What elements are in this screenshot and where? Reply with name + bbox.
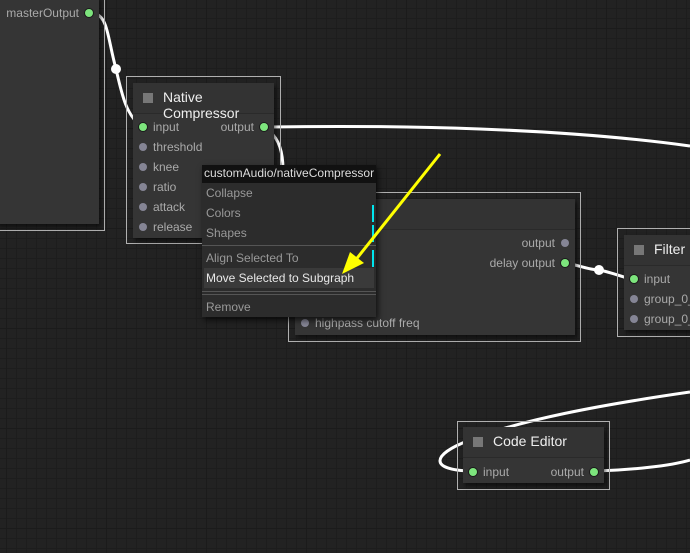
input-slot[interactable]: input xyxy=(624,269,690,289)
input-slot[interactable]: ratio xyxy=(133,177,213,197)
slot-connector-icon[interactable] xyxy=(561,259,569,267)
input-slot[interactable]: threshold xyxy=(133,137,213,157)
slot-label: input xyxy=(644,272,671,286)
menu-item-label: Colors xyxy=(206,206,241,220)
submenu-indicator-icon xyxy=(372,250,374,267)
menu-item-label: Shapes xyxy=(206,226,247,240)
input-slot[interactable]: knee xyxy=(133,157,213,177)
slot-connector-icon[interactable] xyxy=(139,143,147,151)
slot-label: attack xyxy=(153,200,186,214)
output-slot[interactable]: output xyxy=(534,462,604,482)
slot-label: group_0_ xyxy=(644,292,690,306)
menu-item-label: Align Selected To xyxy=(206,251,299,265)
slot-connector-icon[interactable] xyxy=(630,295,638,303)
context-menu-title: customAudio/nativeCompressor xyxy=(202,165,376,183)
slot-label: input xyxy=(483,465,510,479)
node-title-bar[interactable]: Code Editor xyxy=(463,427,604,458)
node-title-bar[interactable]: Filter xyxy=(624,235,690,266)
submenu-indicator-icon xyxy=(372,225,374,242)
output-slot[interactable]: delay output xyxy=(455,253,575,273)
menu-separator xyxy=(202,291,376,292)
menu-item-label: Collapse xyxy=(206,186,253,200)
node-filter[interactable]: Filter input group_0_ group_0_ xyxy=(624,235,690,330)
slot-connector-icon[interactable] xyxy=(139,203,147,211)
menu-separator xyxy=(202,294,376,295)
slot-connector-icon[interactable] xyxy=(139,183,147,191)
node-master-output[interactable]: masterOutput xyxy=(0,0,99,224)
slot-label: output xyxy=(550,465,584,479)
slot-label: release xyxy=(153,220,193,234)
link-code-editor-output xyxy=(596,458,690,473)
slot-connector-icon[interactable] xyxy=(469,468,477,476)
input-slot[interactable]: attack xyxy=(133,197,213,217)
slot-connector-icon[interactable] xyxy=(630,315,638,323)
menu-separator xyxy=(202,245,376,246)
output-slot[interactable]: output xyxy=(204,117,274,137)
input-slot[interactable]: input xyxy=(463,462,533,482)
collapse-box-icon[interactable] xyxy=(634,245,644,255)
collapse-box-icon[interactable] xyxy=(473,437,483,447)
slot-label: threshold xyxy=(153,140,203,154)
slot-label: knee xyxy=(153,160,180,174)
slot-connector-icon[interactable] xyxy=(630,275,638,283)
slot-connector-icon[interactable] xyxy=(139,223,147,231)
context-menu: customAudio/nativeCompressor Collapse Co… xyxy=(202,165,376,317)
menu-item-shapes[interactable]: Shapes xyxy=(202,223,376,243)
slot-connector-icon[interactable] xyxy=(561,239,569,247)
submenu-indicator-icon xyxy=(372,205,374,222)
node-code-editor[interactable]: Code Editor input output xyxy=(463,427,604,483)
node-title: Code Editor xyxy=(493,433,567,449)
input-slot[interactable]: group_0_ xyxy=(624,289,690,309)
slot-label: output xyxy=(521,236,555,250)
input-slot[interactable]: group_0_ xyxy=(624,309,690,329)
link-midpoint xyxy=(111,64,121,74)
slot-label: group_0_ xyxy=(644,312,690,326)
link-compressor-output xyxy=(269,124,690,148)
slot-label: masterOutput xyxy=(6,6,79,20)
output-slot[interactable]: output xyxy=(455,233,575,253)
slot-label: delay output xyxy=(489,256,555,270)
slot-connector-icon[interactable] xyxy=(139,163,147,171)
menu-item-colors[interactable]: Colors xyxy=(202,203,376,223)
slot-connector-icon[interactable] xyxy=(260,123,268,131)
slot-connector-icon[interactable] xyxy=(301,319,309,327)
slot-connector-icon[interactable] xyxy=(85,9,93,17)
menu-item-collapse[interactable]: Collapse xyxy=(202,183,376,203)
menu-item-remove[interactable]: Remove xyxy=(202,297,376,317)
input-slot[interactable]: input xyxy=(133,117,213,137)
slot-label: ratio xyxy=(153,180,177,194)
menu-item-move-selected-to-subgraph[interactable]: Move Selected to Subgraph xyxy=(204,268,374,288)
link-midpoint xyxy=(594,265,604,275)
node-title-bar[interactable]: Native Compressor xyxy=(133,83,274,121)
input-slot[interactable]: release xyxy=(133,217,213,237)
slot-label: input xyxy=(153,120,180,134)
menu-item-align-selected-to[interactable]: Align Selected To xyxy=(202,248,376,268)
slot-label: output xyxy=(220,120,254,134)
menu-item-label: Remove xyxy=(206,300,251,314)
slot-connector-icon[interactable] xyxy=(590,468,598,476)
node-title: Filter xyxy=(654,241,686,257)
slot-connector-icon[interactable] xyxy=(139,123,147,131)
menu-item-label: Move Selected to Subgraph xyxy=(206,271,355,285)
output-slot[interactable]: masterOutput xyxy=(0,3,99,23)
collapse-box-icon[interactable] xyxy=(143,93,153,103)
